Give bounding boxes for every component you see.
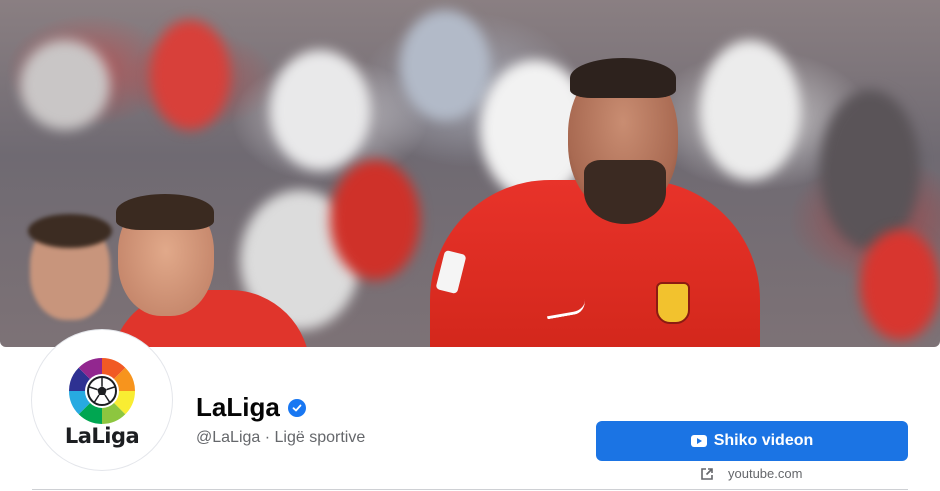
crowd-figure — [20, 40, 110, 130]
youtube-icon — [690, 435, 707, 447]
background-player-hair — [28, 214, 112, 248]
laliga-logo-icon — [69, 358, 135, 424]
crowd-figure — [270, 50, 370, 170]
verified-badge-icon[interactable] — [287, 398, 306, 417]
main-player-hair — [570, 58, 676, 98]
crowd-figure — [330, 160, 420, 280]
crowd-figure — [150, 20, 230, 130]
cover-photo[interactable] — [0, 0, 940, 347]
crowd-figure — [860, 230, 940, 340]
profile-avatar[interactable]: LaLiga — [36, 334, 168, 466]
external-link-icon — [701, 467, 713, 480]
main-player-beard — [584, 160, 666, 224]
crowd-figure — [820, 90, 920, 250]
avatar-logo-text: LaLiga — [64, 424, 140, 448]
club-crest — [656, 282, 690, 324]
crowd-figure — [400, 10, 490, 120]
page-handle-category: @LaLiga · Ligë sportive — [196, 429, 366, 446]
celebrating-player-hair — [116, 194, 214, 230]
section-divider — [32, 489, 908, 490]
crowd-figure — [700, 40, 800, 180]
page-title[interactable]: LaLiga — [196, 392, 280, 423]
cta-link[interactable]: youtube.com — [700, 466, 802, 481]
watch-video-button[interactable]: Shiko videon — [596, 421, 908, 461]
cta-link-text: youtube.com — [728, 466, 803, 481]
watch-video-label: Shiko videon — [713, 432, 814, 449]
page-title-row: LaLiga — [196, 392, 306, 423]
